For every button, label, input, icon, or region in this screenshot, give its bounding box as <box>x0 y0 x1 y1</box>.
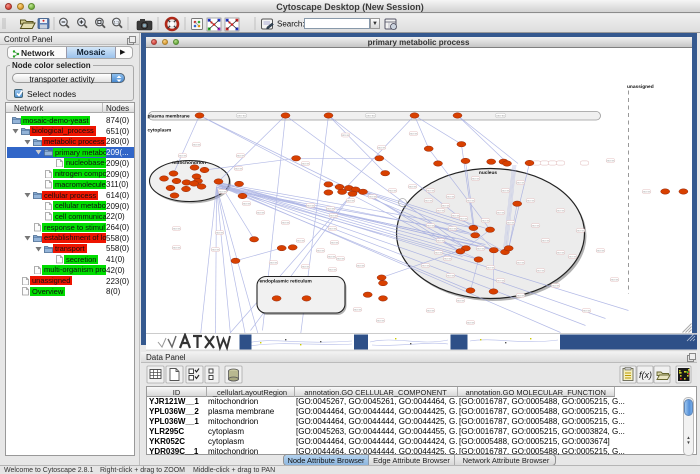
svg-text:xxx-xx: xxx-xx <box>486 265 495 269</box>
svg-text:xxx-xx: xxx-xx <box>516 260 525 264</box>
svg-text:f(x): f(x) <box>639 370 652 380</box>
svg-text:xxx-xx: xxx-xx <box>506 220 515 224</box>
svg-text:mitochondrion: mitochondrion <box>172 160 206 166</box>
svg-text:xxx-xx: xxx-xx <box>446 194 455 198</box>
svg-text:xxx-xx: xxx-xx <box>192 142 201 146</box>
svg-text:xxx-xx: xxx-xx <box>426 308 435 312</box>
svg-text:xxx-xx: xxx-xx <box>330 240 339 244</box>
svg-text:xxx-xx: xxx-xx <box>459 216 468 220</box>
svg-text:xxx-xx: xxx-xx <box>448 226 457 230</box>
svg-text:xxx-xx: xxx-xx <box>234 166 243 170</box>
svg-text:xxx-xx: xxx-xx <box>326 206 335 210</box>
svg-text:xxx-xx: xxx-xx <box>256 210 265 214</box>
svg-text:xxx-xx: xxx-xx <box>306 203 315 207</box>
svg-text:xxx-xx: xxx-xx <box>443 256 452 260</box>
svg-text:xxx-xx: xxx-xx <box>301 264 310 268</box>
svg-text:xxx-xx: xxx-xx <box>556 250 565 254</box>
svg-text:xxx-xx: xxx-xx <box>269 260 278 264</box>
svg-text:xxx-xx: xxx-xx <box>436 208 445 212</box>
svg-text:xxx-xx: xxx-xx <box>441 203 450 207</box>
svg-text:xxx-xx: xxx-xx <box>236 153 245 157</box>
svg-text:xxx-xx: xxx-xx <box>596 248 605 252</box>
svg-text:xxx-xx: xxx-xx <box>541 238 550 242</box>
svg-text:xxx-xx: xxx-xx <box>476 246 485 250</box>
svg-text:xxx-xx: xxx-xx <box>551 283 560 287</box>
svg-text:xxx-xx: xxx-xx <box>328 226 337 230</box>
svg-text:xxx-xx: xxx-xx <box>568 254 577 258</box>
svg-text:xxx-xx: xxx-xx <box>327 254 336 258</box>
svg-text:plasma membrane: plasma membrane <box>147 113 189 119</box>
svg-text:xxx-xx: xxx-xx <box>531 223 540 227</box>
svg-text:xxx-xx: xxx-xx <box>211 247 220 251</box>
svg-text:xxx-xx: xxx-xx <box>426 223 435 227</box>
svg-text:xxx-xx: xxx-xx <box>456 298 465 302</box>
svg-text:cytoplasm: cytoplasm <box>147 127 171 133</box>
svg-text:xxx-xx: xxx-xx <box>341 133 350 137</box>
svg-text:xxx-xx: xxx-xx <box>496 210 505 214</box>
svg-text:xxx-xx: xxx-xx <box>642 189 651 193</box>
svg-text:xxx-xx: xxx-xx <box>296 238 305 242</box>
svg-text:xxx-xx: xxx-xx <box>421 263 430 267</box>
svg-text:xxx-xx: xxx-xx <box>172 245 181 249</box>
svg-text:xxx-xx: xxx-xx <box>242 201 251 205</box>
svg-text:xxx-xx: xxx-xx <box>576 228 585 232</box>
svg-text:xxx-xx: xxx-xx <box>556 208 565 212</box>
svg-text:xxx-xx: xxx-xx <box>436 238 445 242</box>
svg-text:xxx-xx: xxx-xx <box>426 188 435 192</box>
svg-text:xxx-xx: xxx-xx <box>172 226 181 230</box>
svg-text:xxx-xx: xxx-xx <box>496 278 505 282</box>
svg-text:Search:: Search: <box>277 20 305 29</box>
svg-text:xxx-xx: xxx-xx <box>408 184 417 188</box>
svg-text:xxx-xx: xxx-xx <box>316 248 325 252</box>
svg-text:xxx-xx: xxx-xx <box>409 131 418 135</box>
svg-text:xxx-xx: xxx-xx <box>281 220 290 224</box>
svg-text:xxx-xx: xxx-xx <box>336 256 345 260</box>
svg-text:xxx-xx: xxx-xx <box>237 113 246 117</box>
svg-text:xxx-xx: xxx-xx <box>388 188 397 192</box>
svg-text:xxx-xx: xxx-xx <box>610 277 619 281</box>
svg-text:xxx-xx: xxx-xx <box>328 267 337 271</box>
svg-text:xxx-xx: xxx-xx <box>606 158 615 162</box>
svg-text:xxx-xx: xxx-xx <box>376 318 385 322</box>
svg-text:xxx-xx: xxx-xx <box>215 230 224 234</box>
svg-text:nucleus: nucleus <box>478 170 496 176</box>
svg-text:xxx-xx: xxx-xx <box>301 161 310 165</box>
svg-text:xxx-xx: xxx-xx <box>481 218 490 222</box>
svg-text:xxx-xx: xxx-xx <box>536 268 545 272</box>
svg-text:xxx-xx: xxx-xx <box>466 198 475 202</box>
svg-text:xxx-xx: xxx-xx <box>501 188 510 192</box>
svg-text:xxx-xx: xxx-xx <box>368 194 377 198</box>
svg-text:xxx-xx: xxx-xx <box>471 176 480 180</box>
svg-text:xxx-xx: xxx-xx <box>434 250 443 254</box>
svg-text:xxx-xx: xxx-xx <box>366 113 375 117</box>
svg-text:xxx-xx: xxx-xx <box>178 153 187 157</box>
svg-text:xxx-xx: xxx-xx <box>329 213 338 217</box>
svg-text:xxx-xx: xxx-xx <box>466 320 475 324</box>
svg-text:unassigned: unassigned <box>627 84 654 90</box>
svg-text:xxx-xx: xxx-xx <box>582 308 591 312</box>
svg-text:xxx-xx: xxx-xx <box>353 307 362 311</box>
svg-text:xxx-xx: xxx-xx <box>377 145 386 149</box>
svg-text:xxx-xx: xxx-xx <box>516 293 525 297</box>
svg-text:xxx-xx: xxx-xx <box>516 180 525 184</box>
svg-text:xxx-xx: xxx-xx <box>526 198 535 202</box>
svg-text:1:1: 1:1 <box>114 20 120 25</box>
svg-text:endoplasmic reticulum: endoplasmic reticulum <box>259 278 311 284</box>
svg-text:xxx-xx: xxx-xx <box>346 198 355 202</box>
svg-text:xxx-xx: xxx-xx <box>496 113 505 117</box>
svg-text:xxx-xx: xxx-xx <box>446 273 455 277</box>
svg-text:xxx-xx: xxx-xx <box>218 189 227 193</box>
svg-text:xxx-xx: xxx-xx <box>356 263 365 267</box>
svg-text:xxx-xx: xxx-xx <box>424 198 433 202</box>
